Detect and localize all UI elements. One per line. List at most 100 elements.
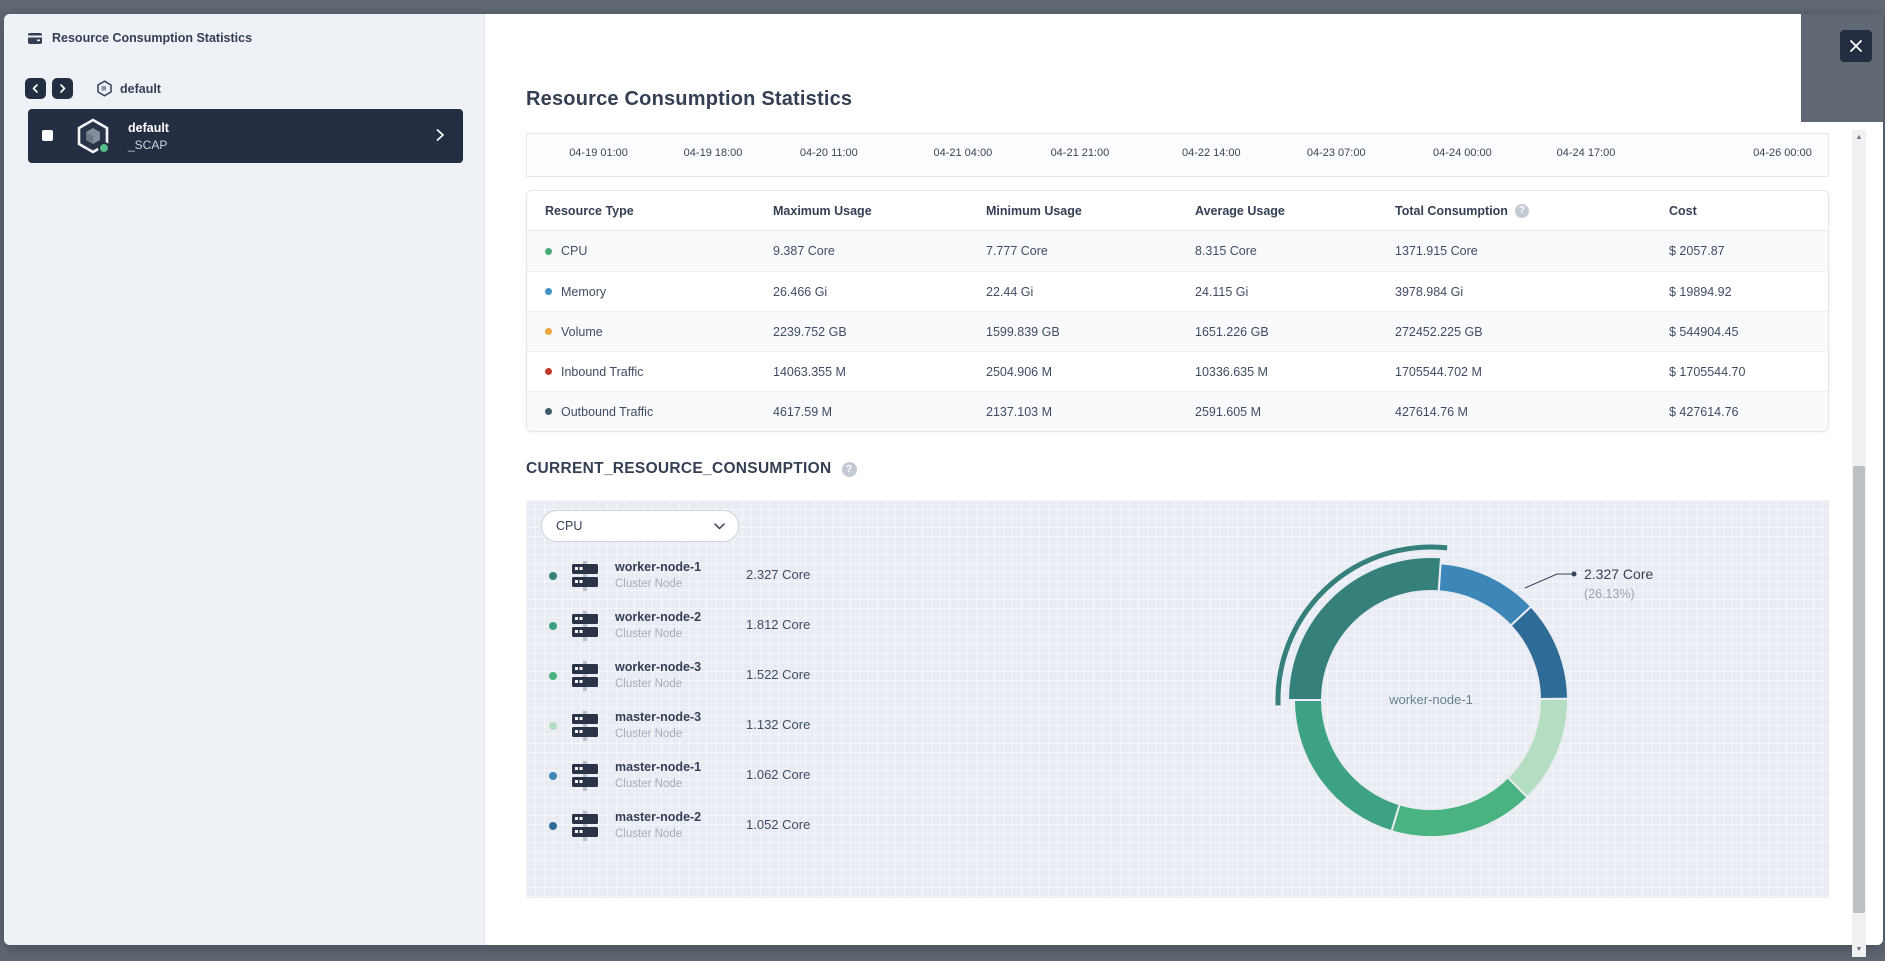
col-total-label: Total Consumption	[1395, 204, 1508, 218]
total-consumption-cell: 1705544.702 M	[1395, 365, 1669, 379]
resource-color-dot	[545, 248, 552, 255]
close-icon	[1849, 39, 1863, 53]
max-usage-cell: 4617.59 M	[773, 405, 986, 419]
donut-segment-worker-node-2	[1294, 700, 1400, 831]
avg-usage-cell: 24.115 Gi	[1195, 285, 1395, 299]
total-consumption-cell: 1371.915 Core	[1395, 244, 1669, 258]
callout-line	[1525, 574, 1572, 588]
cost-cell: $ 19894.92	[1669, 285, 1828, 299]
min-usage-cell: 22.44 Gi	[986, 285, 1195, 299]
forward-button[interactable]	[52, 78, 73, 99]
resource-consumption-modal: Resource Consumption Statistics	[4, 14, 1883, 945]
avg-usage-cell: 8.315 Core	[1195, 244, 1395, 258]
scroll-up-arrow-icon[interactable]: ▲	[1852, 130, 1866, 145]
cost-cell: $ 544904.45	[1669, 325, 1828, 339]
resource-type-label: Memory	[561, 285, 606, 299]
resource-type-cell: Inbound Traffic	[545, 365, 773, 379]
cost-cell: $ 427614.76	[1669, 405, 1828, 419]
sidebar: Resource Consumption Statistics	[4, 14, 485, 945]
time-axis-label: 04-21 04:00	[933, 147, 992, 159]
avg-usage-cell: 2591.605 M	[1195, 405, 1395, 419]
donut-segment-master-node-2	[1511, 607, 1568, 700]
col-min-usage: Minimum Usage	[986, 204, 1195, 218]
scrollbar-thumb[interactable]	[1853, 466, 1865, 913]
callout-percent: (26.13%)	[1584, 587, 1635, 601]
col-resource-type: Resource Type	[545, 204, 773, 218]
avg-usage-cell: 10336.635 M	[1195, 365, 1395, 379]
workspace-subtitle: _SCAP	[128, 137, 169, 154]
table-row: Outbound Traffic 4617.59 M 2137.103 M 25…	[527, 391, 1828, 431]
resource-table: Resource Type Maximum Usage Minimum Usag…	[526, 190, 1829, 432]
time-axis-label: 04-23 07:00	[1307, 147, 1366, 159]
donut-segment-master-node-3	[1508, 699, 1568, 798]
time-axis-label: 04-24 00:00	[1433, 147, 1492, 159]
resource-type-cell: Outbound Traffic	[545, 405, 773, 419]
cost-cell: $ 1705544.70	[1669, 365, 1828, 379]
time-axis-label: 04-24 17:00	[1557, 147, 1616, 159]
sidebar-title: Resource Consumption Statistics	[52, 31, 252, 45]
table-row: Memory 26.466 Gi 22.44 Gi 24.115 Gi 3978…	[527, 271, 1828, 311]
resource-type-label: Inbound Traffic	[561, 365, 643, 379]
max-usage-cell: 2239.752 GB	[773, 325, 986, 339]
total-consumption-cell: 3978.984 Gi	[1395, 285, 1669, 299]
min-usage-cell: 2137.103 M	[986, 405, 1195, 419]
section-header: CURRENT_RESOURCE_CONSUMPTION ?	[526, 460, 857, 478]
workspace-hexagon-icon	[74, 118, 114, 161]
callout-value: 2.327 Core	[1584, 566, 1653, 582]
total-consumption-cell: 427614.76 M	[1395, 405, 1669, 419]
close-button[interactable]	[1840, 30, 1872, 62]
back-button[interactable]	[25, 78, 46, 99]
donut-segment-worker-node-1	[1288, 557, 1441, 700]
max-usage-cell: 14063.355 M	[773, 365, 986, 379]
sidebar-item-default-scap[interactable]: default _SCAP	[28, 109, 463, 163]
time-axis-label: 04-20 11:00	[800, 147, 858, 159]
time-axis-label: 04-26 00:00	[1753, 147, 1812, 159]
breadcrumb-label: default	[120, 82, 161, 96]
time-axis-label: 04-22 14:00	[1182, 147, 1241, 159]
table-row: Inbound Traffic 14063.355 M 2504.906 M 1…	[527, 351, 1828, 391]
max-usage-cell: 9.387 Core	[773, 244, 986, 258]
chevron-right-icon	[58, 84, 67, 93]
info-icon[interactable]: ?	[1515, 204, 1529, 218]
time-axis-label: 04-21 21:00	[1051, 147, 1110, 159]
backdrop-notch	[1801, 14, 1883, 122]
resource-color-dot	[545, 368, 552, 375]
page-title: Resource Consumption Statistics	[526, 88, 852, 111]
resource-color-dot	[545, 408, 552, 415]
resource-type-label: Volume	[561, 325, 603, 339]
resource-type-label: Outbound Traffic	[561, 405, 653, 419]
max-usage-cell: 26.466 Gi	[773, 285, 986, 299]
vertical-scrollbar[interactable]: ▲ ▼	[1852, 130, 1866, 957]
table-body: CPU 9.387 Core 7.777 Core 8.315 Core 137…	[527, 231, 1828, 431]
screen: Resource Consumption Statistics	[0, 0, 1885, 961]
min-usage-cell: 7.777 Core	[986, 244, 1195, 258]
resource-color-dot	[545, 328, 552, 335]
scroll-down-arrow-icon[interactable]: ▼	[1852, 942, 1866, 957]
resource-type-label: CPU	[561, 244, 587, 258]
main-content: Resource Consumption Statistics 04-19 01…	[485, 14, 1883, 945]
section-title: CURRENT_RESOURCE_CONSUMPTION	[526, 460, 832, 478]
donut-segment-worker-node-3	[1391, 777, 1527, 837]
cost-cell: $ 2057.87	[1669, 244, 1828, 258]
col-cost: Cost	[1669, 204, 1828, 218]
resource-type-cell: Memory	[545, 285, 773, 299]
consumption-donut-chart[interactable]: 2.327 Core (26.13%) worker-node-1	[526, 500, 1829, 898]
min-usage-cell: 1599.839 GB	[986, 325, 1195, 339]
col-avg-usage: Average Usage	[1195, 204, 1395, 218]
resource-color-dot	[545, 288, 552, 295]
time-axis-label: 04-19 18:00	[684, 147, 743, 159]
consumption-panel: CPU	[526, 500, 1829, 898]
donut-center-label: worker-node-1	[1388, 692, 1473, 707]
table-row: Volume 2239.752 GB 1599.839 GB 1651.226 …	[527, 311, 1828, 351]
item-checkbox[interactable]	[42, 130, 53, 141]
time-axis-label: 04-19 01:00	[569, 147, 628, 159]
workspace-name: default	[128, 120, 169, 137]
expand-chevron-icon[interactable]	[435, 128, 445, 147]
breadcrumb-item-default[interactable]: default	[96, 80, 161, 97]
help-icon[interactable]: ?	[842, 462, 857, 477]
workspace-texts: default _SCAP	[128, 120, 169, 154]
donut-segment-master-node-1	[1439, 563, 1531, 625]
table-row: CPU 9.387 Core 7.777 Core 8.315 Core 137…	[527, 231, 1828, 271]
chevron-left-icon	[31, 84, 40, 93]
table-header: Resource Type Maximum Usage Minimum Usag…	[527, 191, 1828, 231]
